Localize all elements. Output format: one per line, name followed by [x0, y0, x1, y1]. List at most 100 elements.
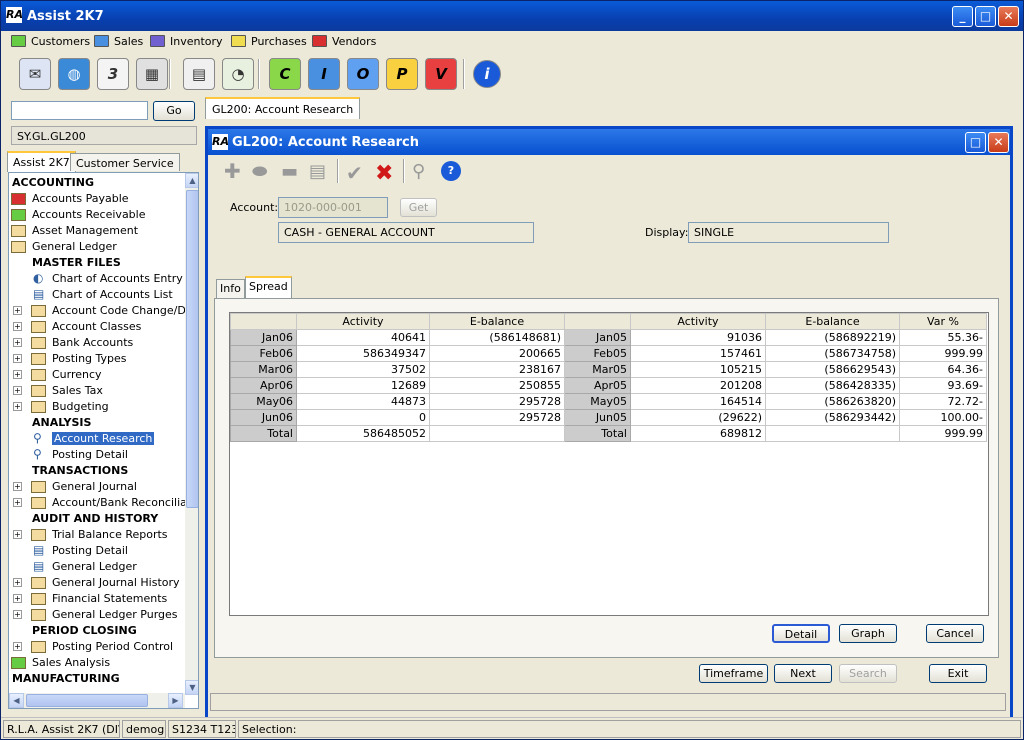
info-icon[interactable]: i: [473, 60, 501, 88]
tree-item[interactable]: General Ledger Purges: [52, 607, 178, 622]
expand-icon[interactable]: +: [13, 386, 22, 395]
search-icon[interactable]: ⚲: [412, 161, 434, 183]
minimize-button[interactable]: _: [952, 6, 973, 27]
form-maximize-button[interactable]: □: [965, 132, 986, 153]
tree-item[interactable]: Posting Detail: [52, 543, 128, 558]
table-row[interactable]: Jan06 40641 (586148681) Jan05 91036 (58689221…: [230, 329, 987, 346]
tree-item[interactable]: General Ledger: [32, 239, 117, 254]
tree-item[interactable]: Sales Tax: [52, 383, 103, 398]
tree-item[interactable]: Posting Detail: [52, 447, 128, 462]
tree-item[interactable]: General Journal: [52, 479, 137, 494]
scroll-down-icon[interactable]: ▼: [185, 680, 198, 695]
table-row[interactable]: May06 44873 295728 May05 164514 (586263820) 72…: [230, 393, 987, 410]
table-row[interactable]: Jun06 0 295728 Jun05 (29622) (586293442) 100.0…: [230, 409, 987, 426]
tree-item[interactable]: Trial Balance Reports: [52, 527, 168, 542]
delete-icon[interactable]: ▬: [281, 161, 303, 183]
tree-vertical-scrollbar[interactable]: ▲ ▼: [185, 173, 198, 695]
o-module-icon[interactable]: O: [347, 58, 379, 90]
document-icon[interactable]: ▤: [183, 58, 215, 90]
cancel-x-icon[interactable]: ✖: [375, 161, 397, 186]
expand-icon[interactable]: +: [13, 322, 22, 331]
scroll-up-icon[interactable]: ▲: [185, 173, 198, 188]
tree-item[interactable]: Chart of Accounts List: [52, 287, 173, 302]
scroll-right-icon[interactable]: ▶: [168, 693, 183, 708]
globe-icon[interactable]: ◍: [58, 58, 90, 90]
tree-item[interactable]: Financial Statements: [52, 591, 167, 606]
cancel-button[interactable]: Cancel: [926, 624, 984, 643]
calendar-icon[interactable]: 3: [97, 58, 129, 90]
menu-purchases[interactable]: Purchases: [231, 34, 307, 49]
help-icon[interactable]: ?: [441, 161, 461, 181]
tree-item[interactable]: Chart of Accounts Entry: [52, 271, 183, 286]
scroll-left-icon[interactable]: ◀: [9, 693, 24, 708]
tree-item[interactable]: General Journal History: [52, 575, 180, 590]
expand-icon[interactable]: +: [13, 338, 22, 347]
tab-gl200[interactable]: GL200: Account Research: [205, 97, 361, 119]
checkmark-icon[interactable]: ✔: [346, 161, 368, 185]
expand-icon[interactable]: +: [13, 594, 22, 603]
menu-inventory[interactable]: Inventory: [150, 34, 223, 49]
tab-info[interactable]: Info: [216, 279, 245, 298]
go-button[interactable]: Go: [153, 101, 195, 121]
graph-button[interactable]: Graph: [839, 624, 897, 643]
maximize-button[interactable]: □: [975, 6, 996, 27]
tree-item[interactable]: Account Classes: [52, 319, 141, 334]
exit-button[interactable]: Exit: [929, 664, 987, 683]
tree-item[interactable]: Posting Period Control: [52, 639, 173, 654]
print-icon[interactable]: ▤: [309, 161, 331, 183]
tree-item[interactable]: Account/Bank Reconciliatio: [52, 495, 198, 510]
p-module-icon[interactable]: P: [386, 58, 418, 90]
tree-item[interactable]: Account Code Change/Dele: [52, 303, 198, 318]
expand-icon[interactable]: +: [13, 578, 22, 587]
c-module-icon[interactable]: C: [269, 58, 301, 90]
menu-sales[interactable]: Sales: [94, 34, 143, 49]
form-close-button[interactable]: ✕: [988, 132, 1009, 153]
tab-assist-2k7[interactable]: Assist 2K7: [7, 151, 76, 172]
expand-icon[interactable]: +: [13, 498, 22, 507]
timeframe-button[interactable]: Timeframe: [699, 664, 768, 683]
menu-vendors[interactable]: Vendors: [312, 34, 376, 49]
tree-item[interactable]: Accounts Receivable: [32, 207, 146, 222]
get-button[interactable]: Get: [400, 198, 437, 217]
menu-customers[interactable]: Customers: [11, 34, 90, 49]
tree-horizontal-scrollbar[interactable]: ◀ ▶: [9, 693, 185, 708]
tree-item[interactable]: Accounts Payable: [32, 191, 129, 206]
expand-icon[interactable]: +: [13, 306, 22, 315]
mail-icon[interactable]: ✉: [19, 58, 51, 90]
tree-item[interactable]: Posting Types: [52, 351, 127, 366]
expand-icon[interactable]: +: [13, 642, 22, 651]
table-row[interactable]: Mar06 37502 238167 Mar05 105215 (586629543) 64…: [230, 361, 987, 378]
v-module-icon[interactable]: V: [425, 58, 457, 90]
table-row[interactable]: Total 586485052 Total 689812 999.99: [230, 425, 987, 442]
expand-icon[interactable]: +: [13, 530, 22, 539]
account-field[interactable]: 1020-000-001: [278, 197, 388, 218]
i-module-icon[interactable]: I: [308, 58, 340, 90]
expand-icon[interactable]: +: [13, 482, 22, 491]
add-icon[interactable]: ✚: [224, 161, 246, 183]
close-button[interactable]: ✕: [998, 6, 1019, 27]
tree-item[interactable]: General Ledger: [52, 559, 137, 574]
calculator-icon[interactable]: ▦: [136, 58, 168, 90]
next-button[interactable]: Next: [774, 664, 832, 683]
search-input[interactable]: [11, 101, 148, 120]
tree-item[interactable]: Currency: [52, 367, 102, 382]
search-button[interactable]: Search: [839, 664, 897, 683]
expand-icon[interactable]: +: [13, 354, 22, 363]
tab-customer-service[interactable]: Customer Service: [70, 153, 180, 171]
detail-button[interactable]: Detail: [772, 624, 830, 643]
expand-icon[interactable]: +: [13, 370, 22, 379]
expand-icon[interactable]: +: [13, 402, 22, 411]
tree-item[interactable]: Account Research: [52, 431, 155, 446]
scroll-thumb[interactable]: [186, 190, 198, 508]
table-row[interactable]: Apr06 12689 250855 Apr05 201208 (586428335) 93…: [230, 377, 987, 394]
tab-spread[interactable]: Spread: [245, 276, 292, 298]
tree-item[interactable]: Bank Accounts: [52, 335, 133, 350]
tree-item[interactable]: Sales Analysis: [32, 655, 110, 670]
display-field[interactable]: SINGLE: [688, 222, 889, 243]
tree-item[interactable]: Budgeting: [52, 399, 109, 414]
chart-icon[interactable]: ◔: [222, 58, 254, 90]
tree-item[interactable]: Asset Management: [32, 223, 138, 238]
expand-icon[interactable]: +: [13, 610, 22, 619]
link-icon[interactable]: ⬬: [252, 161, 274, 183]
h-scroll-thumb[interactable]: [26, 694, 148, 707]
